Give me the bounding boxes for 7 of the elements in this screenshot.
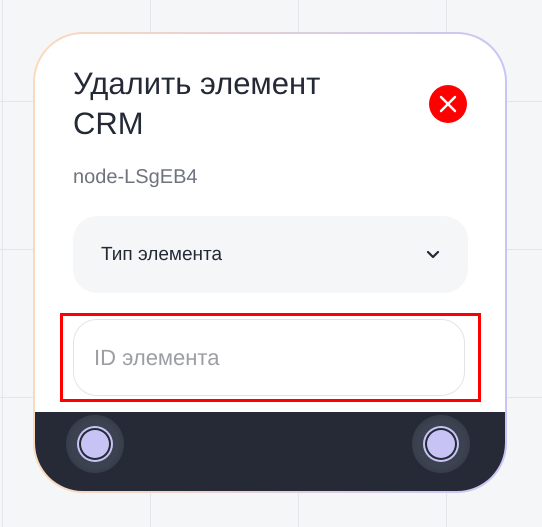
chevron-icon bbox=[426, 250, 440, 259]
element-id-field[interactable]: ID элемента bbox=[73, 319, 465, 396]
close-icon bbox=[439, 95, 457, 113]
node-title: Удалить элемент CRM bbox=[73, 65, 322, 143]
node-id: node-LSgEB4 bbox=[73, 166, 199, 189]
element-type-select[interactable]: Тип элемента bbox=[73, 216, 468, 293]
close-button[interactable] bbox=[429, 85, 467, 123]
